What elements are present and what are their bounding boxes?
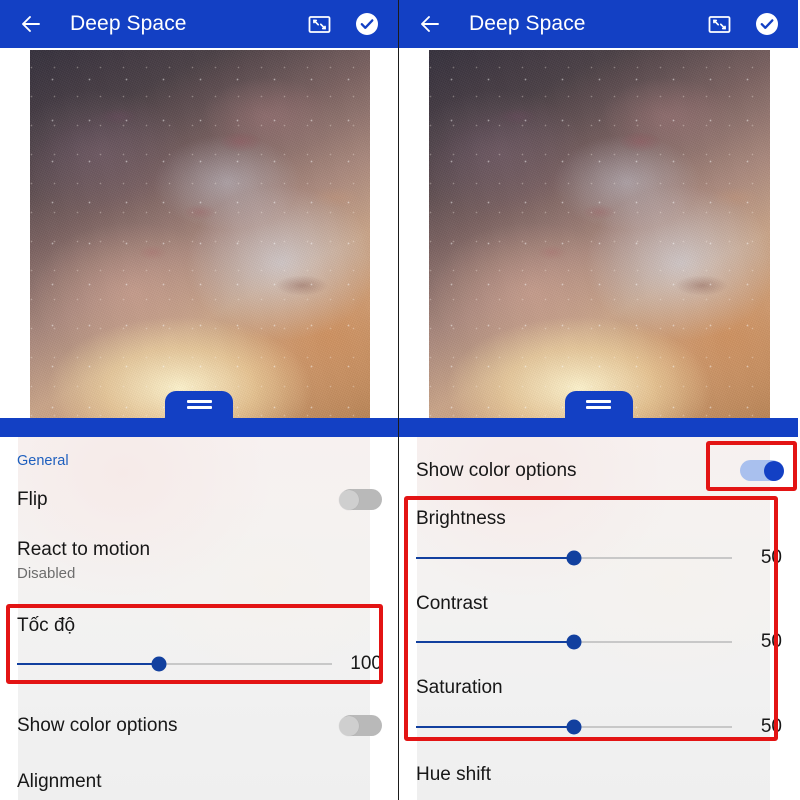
slider-saturation[interactable] <box>416 718 732 736</box>
page-title: Deep Space <box>469 12 586 35</box>
row-label-show-color-options: Show color options <box>416 460 577 481</box>
check-circle-icon[interactable] <box>754 11 780 37</box>
slider-fill <box>416 641 574 644</box>
row-sub-react-to-motion: Disabled <box>17 564 76 582</box>
slider-row-brightness[interactable]: 50 <box>399 547 798 569</box>
toggle-flip[interactable] <box>339 489 382 510</box>
toggle-knob <box>339 489 359 510</box>
row-saturation[interactable]: Saturation <box>399 677 798 699</box>
arrow-left-icon[interactable] <box>417 11 443 37</box>
row-label-show-color-options: Show color options <box>17 715 178 737</box>
toggle-knob <box>764 460 784 481</box>
row-label-speed: Tốc độ <box>17 614 76 636</box>
row-label-hue-shift: Hue shift <box>416 763 491 785</box>
row-react-to-motion[interactable]: React to motion Disabled <box>0 539 398 582</box>
wallpaper-preview[interactable] <box>399 48 798 418</box>
handle-line-2 <box>186 406 212 409</box>
fit-to-screen-icon[interactable] <box>707 12 732 37</box>
dual-screenshot-comparison: Deep Space General Flip React to motion … <box>0 0 800 800</box>
row-label-contrast: Contrast <box>416 592 488 614</box>
row-flip[interactable]: Flip <box>0 489 398 511</box>
slider-thumb[interactable] <box>566 634 582 650</box>
slider-row-saturation[interactable]: 50 <box>399 716 798 738</box>
toggle-show-color-options[interactable] <box>339 715 382 737</box>
slider-fill <box>416 725 574 728</box>
row-label-alignment: Alignment <box>17 770 102 792</box>
sheet-drag-handle[interactable] <box>165 391 233 437</box>
slider-row-contrast[interactable]: 50 <box>399 631 798 653</box>
row-contrast[interactable]: Contrast <box>399 593 798 615</box>
slider-fill <box>416 556 574 559</box>
sheet-drag-handle[interactable] <box>564 391 633 437</box>
toggle-knob <box>339 715 359 736</box>
slider-brightness[interactable] <box>416 549 732 567</box>
row-hue-shift[interactable]: Hue shift <box>399 764 798 786</box>
row-label-react-to-motion: React to motion <box>17 539 151 561</box>
handle-line-1 <box>186 400 212 403</box>
arrow-left-icon[interactable] <box>18 11 44 37</box>
row-show-color-options[interactable]: Show color options <box>399 460 798 482</box>
galaxy-image <box>30 50 370 418</box>
handle-line-1 <box>586 400 611 403</box>
slider-thumb[interactable] <box>566 719 582 735</box>
app-bar-right: Deep Space <box>399 0 798 48</box>
slider-speed[interactable] <box>17 655 332 673</box>
row-label-flip: Flip <box>17 489 48 510</box>
fit-to-screen-icon[interactable] <box>307 12 332 37</box>
sheet-content: Show color options Brightness 50 Contras… <box>399 437 798 800</box>
slider-contrast[interactable] <box>416 633 732 651</box>
slider-row-speed[interactable]: 100 <box>0 653 398 675</box>
row-alignment[interactable]: Alignment <box>0 771 398 793</box>
section-header-general: General <box>17 453 69 469</box>
row-speed[interactable]: Tốc độ <box>0 615 398 637</box>
toggle-show-color-options[interactable] <box>740 460 784 481</box>
row-label-brightness: Brightness <box>416 508 506 530</box>
settings-sheet-right: Show color options Brightness 50 Contras… <box>399 437 798 800</box>
galaxy-grain <box>30 50 370 418</box>
wallpaper-preview[interactable] <box>0 48 398 418</box>
row-brightness[interactable]: Brightness <box>399 508 798 530</box>
slider-thumb[interactable] <box>566 550 582 566</box>
right-screenshot: Deep Space Show color options Brightness… <box>399 0 798 800</box>
row-label-saturation: Saturation <box>416 677 503 699</box>
check-circle-icon[interactable] <box>354 11 380 37</box>
slider-value-contrast: 50 <box>760 631 782 653</box>
settings-sheet-left: General Flip React to motion Disabled Tố… <box>0 437 398 800</box>
slider-fill <box>17 663 159 666</box>
row-show-color-options[interactable]: Show color options <box>0 715 398 737</box>
left-screenshot: Deep Space General Flip React to motion … <box>0 0 399 800</box>
galaxy-grain <box>429 50 770 418</box>
sheet-content: General Flip React to motion Disabled Tố… <box>0 437 398 800</box>
handle-line-2 <box>586 406 611 409</box>
slider-value-speed: 100 <box>350 653 382 675</box>
galaxy-image <box>429 50 770 418</box>
page-title: Deep Space <box>70 12 187 35</box>
slider-thumb[interactable] <box>151 656 167 672</box>
slider-value-brightness: 50 <box>760 546 782 568</box>
slider-value-saturation: 50 <box>760 715 782 737</box>
app-bar-left: Deep Space <box>0 0 398 48</box>
